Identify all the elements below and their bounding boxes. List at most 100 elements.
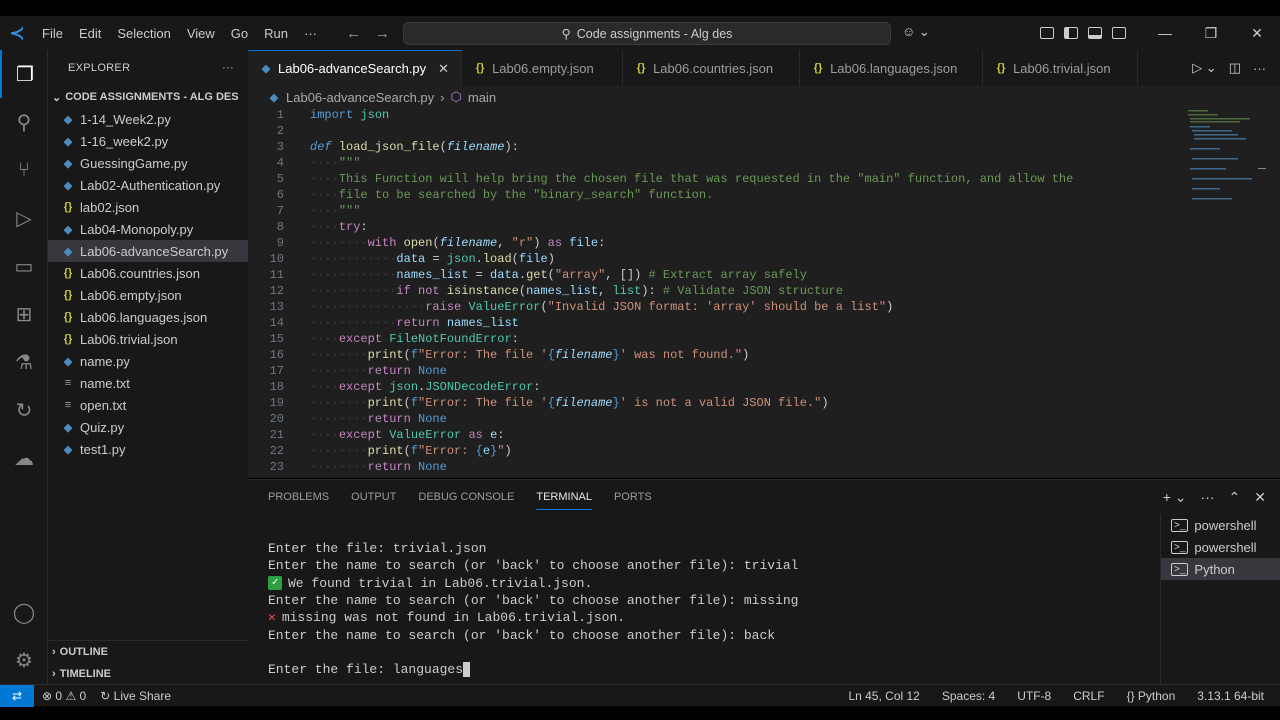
terminal-item-powershell[interactable]: >_ powershell — [1161, 536, 1280, 558]
file-item[interactable]: ◆ GuessingGame.py — [48, 152, 248, 174]
close-window-icon[interactable]: ✕ — [1234, 16, 1280, 50]
tab-lab06-languages[interactable]: {} Lab06.languages.json — [800, 50, 984, 86]
tab-ports[interactable]: PORTS — [614, 491, 652, 503]
code-line: 21 ····except ValueError as e: — [248, 428, 1280, 444]
live-share-status[interactable]: ↻ Live Share — [100, 689, 171, 703]
file-item[interactable]: {} Lab06.empty.json — [48, 284, 248, 306]
indentation[interactable]: Spaces: 4 — [942, 689, 995, 703]
toggle-sidebar-icon[interactable] — [1064, 27, 1078, 39]
encoding[interactable]: UTF-8 — [1017, 689, 1051, 703]
menu-selection[interactable]: Selection — [109, 26, 178, 41]
file-item[interactable]: ◆ 1-14_Week2.py — [48, 108, 248, 130]
tab-lab06-empty[interactable]: {} Lab06.empty.json — [462, 50, 624, 86]
file-item[interactable]: ≡ name.txt — [48, 372, 248, 394]
file-item[interactable]: ◆ name.py — [48, 350, 248, 372]
end-of-line[interactable]: CRLF — [1073, 689, 1104, 703]
toggle-secondary-sidebar-icon[interactable] — [1112, 27, 1126, 39]
json-file-icon: {} — [63, 267, 73, 279]
source-control-icon[interactable]: ⑂ — [0, 146, 48, 194]
terminal-item-python[interactable]: >_ Python — [1161, 558, 1280, 580]
remote-indicator-icon[interactable]: ⇄ — [0, 684, 34, 707]
cursor-position[interactable]: Ln 45, Col 12 — [848, 689, 919, 703]
menu-file[interactable]: File — [34, 26, 71, 41]
command-center-search[interactable]: ⚲ Code assignments - Alg des — [403, 22, 891, 45]
new-terminal-icon[interactable]: + ⌄ — [1163, 489, 1187, 506]
live-share-icon[interactable]: ↻ — [0, 386, 48, 434]
file-item[interactable]: {} Lab06.trivial.json — [48, 328, 248, 350]
file-item[interactable]: {} Lab06.languages.json — [48, 306, 248, 328]
file-item[interactable]: ◆ Quiz.py — [48, 416, 248, 438]
search-view-icon[interactable]: ⚲ — [0, 98, 48, 146]
outline-section[interactable]: › OUTLINE — [48, 641, 248, 663]
line-number: 19 — [269, 396, 284, 410]
tab-label: Lab06.languages.json — [830, 60, 958, 76]
tab-lab06-trivial[interactable]: {} Lab06.trivial.json — [983, 50, 1139, 86]
tab-label: Lab06.countries.json — [653, 60, 774, 76]
code-line: 10 ············data = json.load(file) — [248, 252, 1280, 268]
python-file-icon: ◆ — [63, 223, 73, 236]
code-editor[interactable]: 1 import json 2 3 def load_json_file(filenam… — [248, 108, 1280, 478]
tab-lab06-countries[interactable]: {} Lab06.countries.json — [623, 50, 801, 86]
file-item[interactable]: ◆ Lab04-Monopoly.py — [48, 218, 248, 240]
tab-terminal[interactable]: TERMINAL — [536, 491, 592, 510]
outline-label: OUTLINE — [59, 646, 108, 658]
maximize-panel-icon[interactable]: ⌃ — [1229, 489, 1241, 506]
panel-more-icon[interactable]: ··· — [1201, 489, 1215, 505]
menu-view[interactable]: View — [179, 26, 223, 41]
back-arrow-icon[interactable]: ← — [346, 25, 361, 42]
restore-icon[interactable]: ❐ — [1188, 16, 1234, 50]
terminal-output[interactable]: Enter the file: trivial.json Enter the n… — [268, 540, 1148, 678]
explorer-icon[interactable]: ❐ — [0, 50, 48, 98]
file-item[interactable]: ◆ 1-16_week2.py — [48, 130, 248, 152]
language-mode[interactable]: {} Python — [1127, 689, 1176, 703]
json-file-icon: {} — [636, 62, 646, 74]
line-number: 4 — [276, 156, 284, 170]
menu-go[interactable]: Go — [223, 26, 256, 41]
problems-status[interactable]: ⊗ 0 ⚠ 0 — [42, 689, 86, 703]
file-item[interactable]: ◆ Lab02-Authentication.py — [48, 174, 248, 196]
code-text: ············return names_list — [310, 316, 519, 330]
run-debug-icon[interactable]: ▷ — [0, 194, 48, 242]
account-icon[interactable]: ◯ — [0, 588, 48, 636]
file-item[interactable]: {} lab02.json — [48, 196, 248, 218]
copilot-icon[interactable]: ☺ ⌄ — [902, 24, 930, 40]
forward-arrow-icon[interactable]: → — [375, 25, 390, 42]
tab-output[interactable]: OUTPUT — [351, 491, 396, 503]
python-interpreter[interactable]: 3.13.1 64-bit — [1197, 689, 1264, 703]
editor-more-icon[interactable]: ··· — [1253, 61, 1266, 76]
manage-gear-icon[interactable]: ⚙ — [0, 636, 48, 684]
minimize-icon[interactable]: — — [1142, 16, 1188, 50]
run-python-file-icon[interactable]: ▷ ⌄ — [1192, 60, 1217, 76]
line-number: 13 — [269, 300, 284, 314]
menu-edit[interactable]: Edit — [71, 26, 109, 41]
docker-icon[interactable]: ☁ — [0, 434, 48, 482]
timeline-section[interactable]: › TIMELINE — [48, 663, 248, 685]
file-item[interactable]: ≡ open.txt — [48, 394, 248, 416]
terminal-item-powershell[interactable]: >_ powershell — [1161, 514, 1280, 536]
tab-problems[interactable]: PROBLEMS — [268, 491, 329, 503]
file-item[interactable]: ◆ Lab06-advanceSearch.py — [48, 240, 248, 262]
minimap[interactable] — [1186, 108, 1266, 228]
menu-more[interactable]: ··· — [296, 26, 325, 41]
menu-run[interactable]: Run — [256, 26, 296, 41]
python-file-icon: ◆ — [63, 355, 73, 368]
text-file-icon: ≡ — [64, 399, 72, 411]
extensions-icon[interactable]: ⊞ — [0, 290, 48, 338]
breadcrumb-file[interactable]: Lab06-advanceSearch.py — [286, 90, 434, 105]
toggle-panel-icon[interactable] — [1088, 27, 1102, 39]
breadcrumb-symbol[interactable]: main — [468, 90, 496, 105]
remote-explorer-icon[interactable]: ▭ — [0, 242, 48, 290]
split-editor-icon[interactable]: ◫ — [1229, 60, 1241, 76]
python-file-icon: ◆ — [63, 113, 73, 126]
folder-header[interactable]: ⌄ CODE ASSIGNMENTS - ALG DES — [48, 86, 248, 108]
file-item[interactable]: {} Lab06.countries.json — [48, 262, 248, 284]
customize-layout-icon[interactable] — [1040, 27, 1054, 39]
line-number: 14 — [269, 316, 284, 330]
testing-icon[interactable]: ⚗ — [0, 338, 48, 386]
close-tab-icon[interactable]: ✕ — [438, 61, 449, 77]
file-item[interactable]: ◆ test1.py — [48, 438, 248, 460]
tab-lab06-advancesearch[interactable]: ◆ Lab06-advanceSearch.py ✕ — [248, 50, 463, 86]
close-panel-icon[interactable]: ✕ — [1254, 489, 1266, 506]
tab-debug-console[interactable]: DEBUG CONSOLE — [418, 491, 514, 503]
more-actions-icon[interactable]: ··· — [222, 62, 234, 74]
